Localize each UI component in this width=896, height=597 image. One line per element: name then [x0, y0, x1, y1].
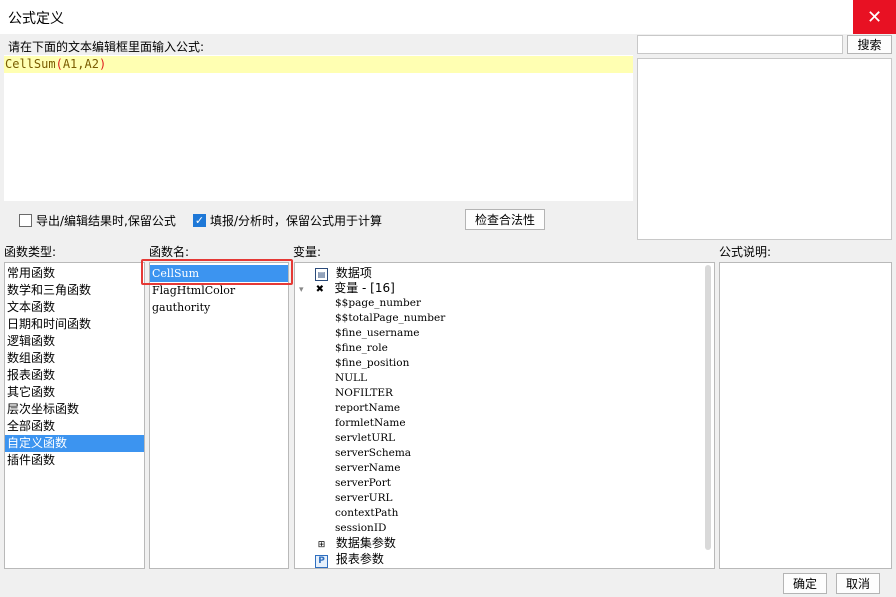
export-keep-checkbox[interactable]	[19, 214, 32, 227]
cancel-button[interactable]: 取消	[836, 573, 880, 594]
check-validity-button[interactable]: 检查合法性	[465, 209, 545, 230]
selection-highlight-box	[141, 259, 293, 285]
formula-line[interactable]: CellSum(A1,A2)	[4, 56, 633, 73]
report-param-icon: P	[315, 555, 328, 568]
variable-item[interactable]: serverURL	[335, 491, 393, 506]
variable-item[interactable]: $$page_number	[335, 296, 421, 311]
data-item-icon: ▤	[315, 268, 328, 281]
close-button[interactable]: ✕	[853, 0, 896, 34]
category-list[interactable]: 常用函数 数学和三角函数 文本函数 日期和时间函数 逻辑函数 数组函数 报表函数…	[4, 262, 145, 569]
variable-item[interactable]: $fine_position	[335, 356, 409, 371]
category-item[interactable]: 日期和时间函数	[5, 316, 144, 333]
variable-scrollbar[interactable]	[705, 265, 711, 550]
editor-prompt: 请在下面的文本编辑框里面输入公式:	[8, 40, 205, 54]
variable-item[interactable]: servletURL	[335, 431, 395, 446]
category-item[interactable]: 数学和三角函数	[5, 282, 144, 299]
formula-function: CellSum	[5, 57, 56, 71]
export-keep-label: 导出/编辑结果时,保留公式	[36, 214, 176, 228]
close-icon: ✕	[866, 6, 883, 28]
category-item[interactable]: 其它函数	[5, 384, 144, 401]
formula-args: A1,A2	[62, 57, 99, 71]
dataset-param-icon: ⊞	[317, 540, 326, 550]
fill-keep-checkbox[interactable]: ✓	[193, 214, 206, 227]
fill-keep-option[interactable]: ✓ 填报/分析时，保留公式用于计算	[193, 212, 382, 229]
variable-item[interactable]: $fine_username	[335, 326, 420, 341]
variable-item[interactable]: serverName	[335, 461, 400, 476]
description-header: 公式说明:	[719, 245, 772, 259]
variable-item[interactable]: $fine_role	[335, 341, 388, 356]
search-results-panel[interactable]	[637, 58, 892, 240]
variable-item[interactable]: NULL	[335, 371, 367, 386]
category-item[interactable]: 全部函数	[5, 418, 144, 435]
variable-item[interactable]: reportName	[335, 401, 400, 416]
variable-item[interactable]: serverPort	[335, 476, 391, 491]
search-input[interactable]	[637, 35, 843, 54]
variables-header: 变量:	[293, 245, 322, 259]
tree-node-variables[interactable]: ▾ ✖ 变量 - [16]	[299, 281, 395, 296]
variable-item[interactable]: serverSchema	[335, 446, 411, 461]
ok-button[interactable]: 确定	[783, 573, 827, 594]
tree-node-label: 数据项	[335, 266, 372, 280]
variable-item[interactable]: sessionID	[335, 521, 386, 536]
category-item[interactable]: 报表函数	[5, 367, 144, 384]
function-item[interactable]: gauthority	[150, 299, 288, 316]
formula-close-paren: )	[98, 57, 107, 71]
tree-node-dataset-params[interactable]: ⊞ 数据集参数	[315, 536, 396, 551]
formula-open-paren: (	[55, 57, 63, 71]
variable-icon: ✖	[315, 284, 325, 295]
functions-header: 函数名:	[149, 245, 190, 259]
category-item[interactable]: 文本函数	[5, 299, 144, 316]
tree-node-label: 报表参数	[335, 552, 384, 566]
export-keep-option[interactable]: 导出/编辑结果时,保留公式	[19, 212, 176, 229]
search-button[interactable]: 搜索	[847, 35, 892, 54]
category-item[interactable]: 逻辑函数	[5, 333, 144, 350]
variable-item[interactable]: NOFILTER	[335, 386, 393, 401]
chevron-down-icon: ▾	[299, 285, 304, 295]
category-item[interactable]: 层次坐标函数	[5, 401, 144, 418]
variable-item[interactable]: formletName	[335, 416, 406, 431]
tree-node-report-params[interactable]: P 报表参数	[315, 552, 384, 568]
function-list[interactable]: CellSum FlagHtmlColor gauthority	[149, 262, 289, 569]
category-item[interactable]: 数组函数	[5, 350, 144, 367]
tree-node-label: 数据集参数	[335, 536, 396, 550]
tree-node-data-items[interactable]: ▤ 数据项	[315, 266, 372, 281]
variable-item[interactable]: $$totalPage_number	[335, 311, 445, 326]
checkmark-icon: ✓	[194, 214, 205, 227]
description-panel	[719, 262, 892, 569]
category-item-selected[interactable]: 自定义函数	[5, 435, 144, 452]
category-item[interactable]: 插件函数	[5, 452, 144, 469]
variable-item[interactable]: contextPath	[335, 506, 398, 521]
category-item[interactable]: 常用函数	[5, 265, 144, 282]
tree-node-label: 变量 - [16]	[334, 281, 395, 295]
formula-editor[interactable]: CellSum(A1,A2)	[4, 55, 633, 201]
window-title: 公式定义	[8, 11, 64, 27]
title-bar: 公式定义 ✕	[0, 0, 896, 34]
variable-tree[interactable]: ▤ 数据项 ▾ ✖ 变量 - [16] $$page_number $$tota…	[294, 262, 715, 569]
categories-header: 函数类型:	[4, 245, 57, 259]
fill-keep-label: 填报/分析时，保留公式用于计算	[210, 214, 383, 228]
